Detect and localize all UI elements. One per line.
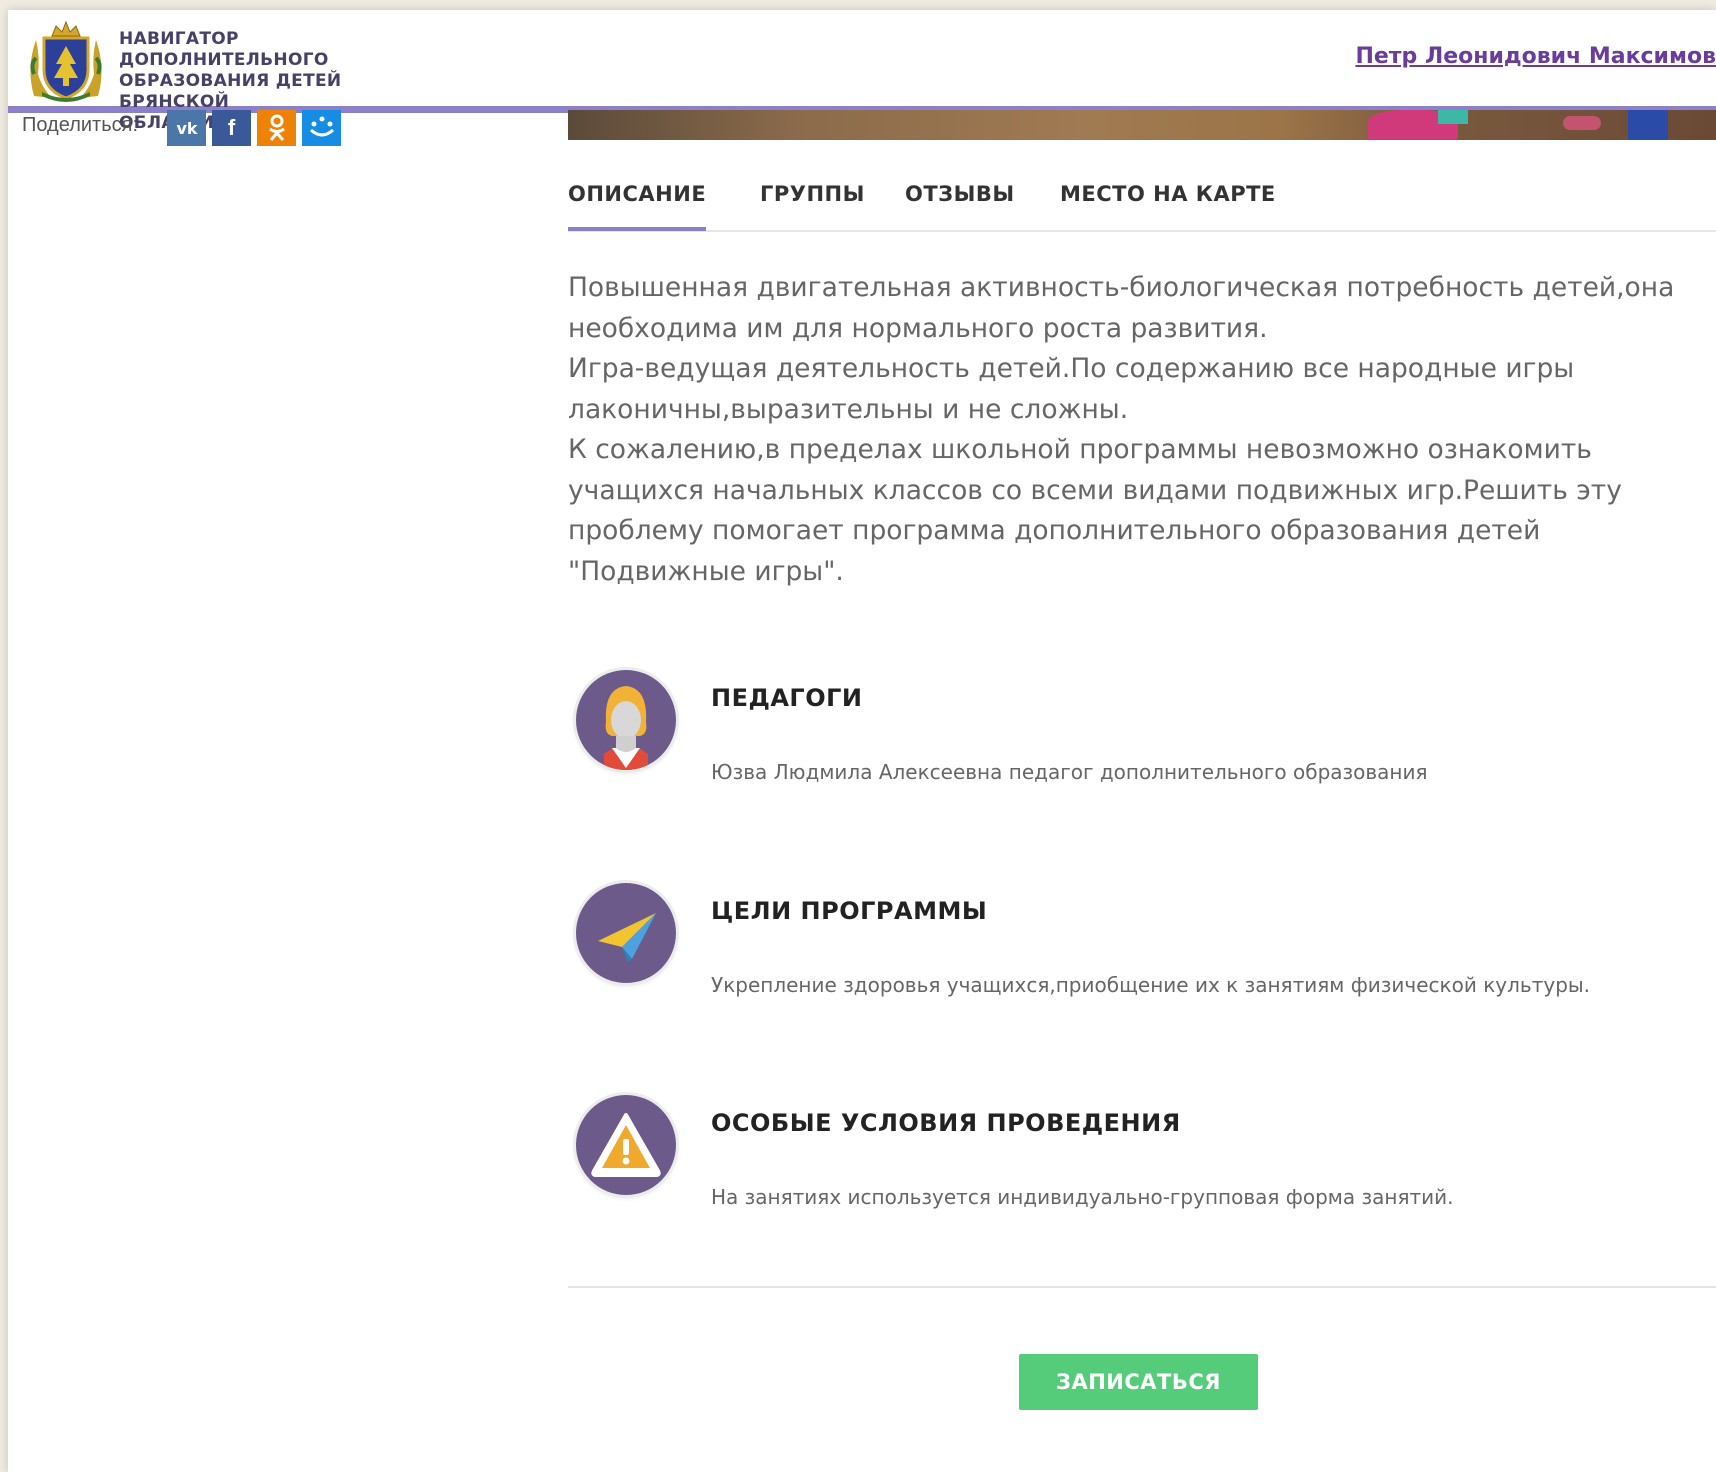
program-description: Повышенная двигательная активность-биоло… bbox=[568, 272, 1675, 587]
site-header: НАВИГАТОР ДОПОЛНИТЕЛЬНОГО ОБРАЗОВАНИЯ ДЕ… bbox=[8, 10, 1716, 133]
vk-glyph: vk bbox=[176, 119, 197, 138]
tab-description[interactable]: ОПИСАНИЕ bbox=[568, 182, 707, 231]
conditions-title: ОСОБЫЕ УСЛОВИЯ ПРОВЕДЕНИЯ bbox=[711, 1109, 1181, 1137]
vk-icon: vk bbox=[176, 119, 197, 138]
teachers-section: ПЕДАГОГИ Юзва Людмила Алексеевна педагог… bbox=[568, 670, 1716, 790]
odnoklassniki-icon bbox=[268, 114, 285, 141]
paper-plane-icon bbox=[576, 883, 676, 983]
facebook-share-button[interactable]: f bbox=[212, 110, 251, 146]
mymail-share-button[interactable] bbox=[302, 110, 341, 146]
teachers-text: Юзва Людмила Алексеевна педагог дополнит… bbox=[711, 760, 1428, 784]
coat-of-arms-logo-icon[interactable] bbox=[24, 18, 108, 102]
goals-text: Укрепление здоровья учащихся,приобщение … bbox=[711, 973, 1591, 997]
tab-map[interactable]: МЕСТО НА КАРТЕ bbox=[1060, 182, 1276, 206]
section-divider bbox=[568, 1286, 1716, 1288]
mymail-icon bbox=[309, 116, 334, 137]
teachers-title: ПЕДАГОГИ bbox=[711, 684, 863, 712]
share-icons: vk f bbox=[167, 110, 341, 146]
tab-groups[interactable]: ГРУППЫ bbox=[760, 182, 865, 206]
enroll-button[interactable]: ЗАПИСАТЬСЯ bbox=[1019, 1354, 1258, 1410]
program-tabs: ОПИСАНИЕ ГРУППЫ ОТЗЫВЫ МЕСТО НА КАРТЕ bbox=[568, 166, 1716, 232]
conditions-section: ОСОБЫЕ УСЛОВИЯ ПРОВЕДЕНИЯ На занятиях ис… bbox=[568, 1095, 1716, 1215]
goals-title: ЦЕЛИ ПРОГРАММЫ bbox=[711, 897, 988, 925]
program-hero-image bbox=[568, 110, 1716, 140]
vk-share-button[interactable]: vk bbox=[167, 110, 206, 146]
user-profile-link[interactable]: Петр Леонидович Максимов bbox=[1355, 44, 1716, 69]
conditions-text: На занятиях используется индивидуально-г… bbox=[711, 1185, 1454, 1209]
facebook-icon: f bbox=[227, 115, 236, 140]
page: НАВИГАТОР ДОПОЛНИТЕЛЬНОГО ОБРАЗОВАНИЯ ДЕ… bbox=[8, 10, 1716, 1472]
brand-line-2: ОБРАЗОВАНИЯ ДЕТЕЙ БРЯНСКОЙ bbox=[119, 71, 342, 112]
tab-reviews[interactable]: ОТЗЫВЫ bbox=[905, 182, 1015, 206]
teacher-avatar-icon bbox=[576, 670, 676, 770]
share-label: Поделиться: bbox=[22, 114, 138, 136]
warning-icon bbox=[576, 1095, 676, 1195]
odnoklassniki-share-button[interactable] bbox=[257, 110, 296, 146]
goals-section: ЦЕЛИ ПРОГРАММЫ Укрепление здоровья учащи… bbox=[568, 883, 1716, 1003]
brand-line-1: НАВИГАТОР ДОПОЛНИТЕЛЬНОГО bbox=[119, 29, 329, 70]
